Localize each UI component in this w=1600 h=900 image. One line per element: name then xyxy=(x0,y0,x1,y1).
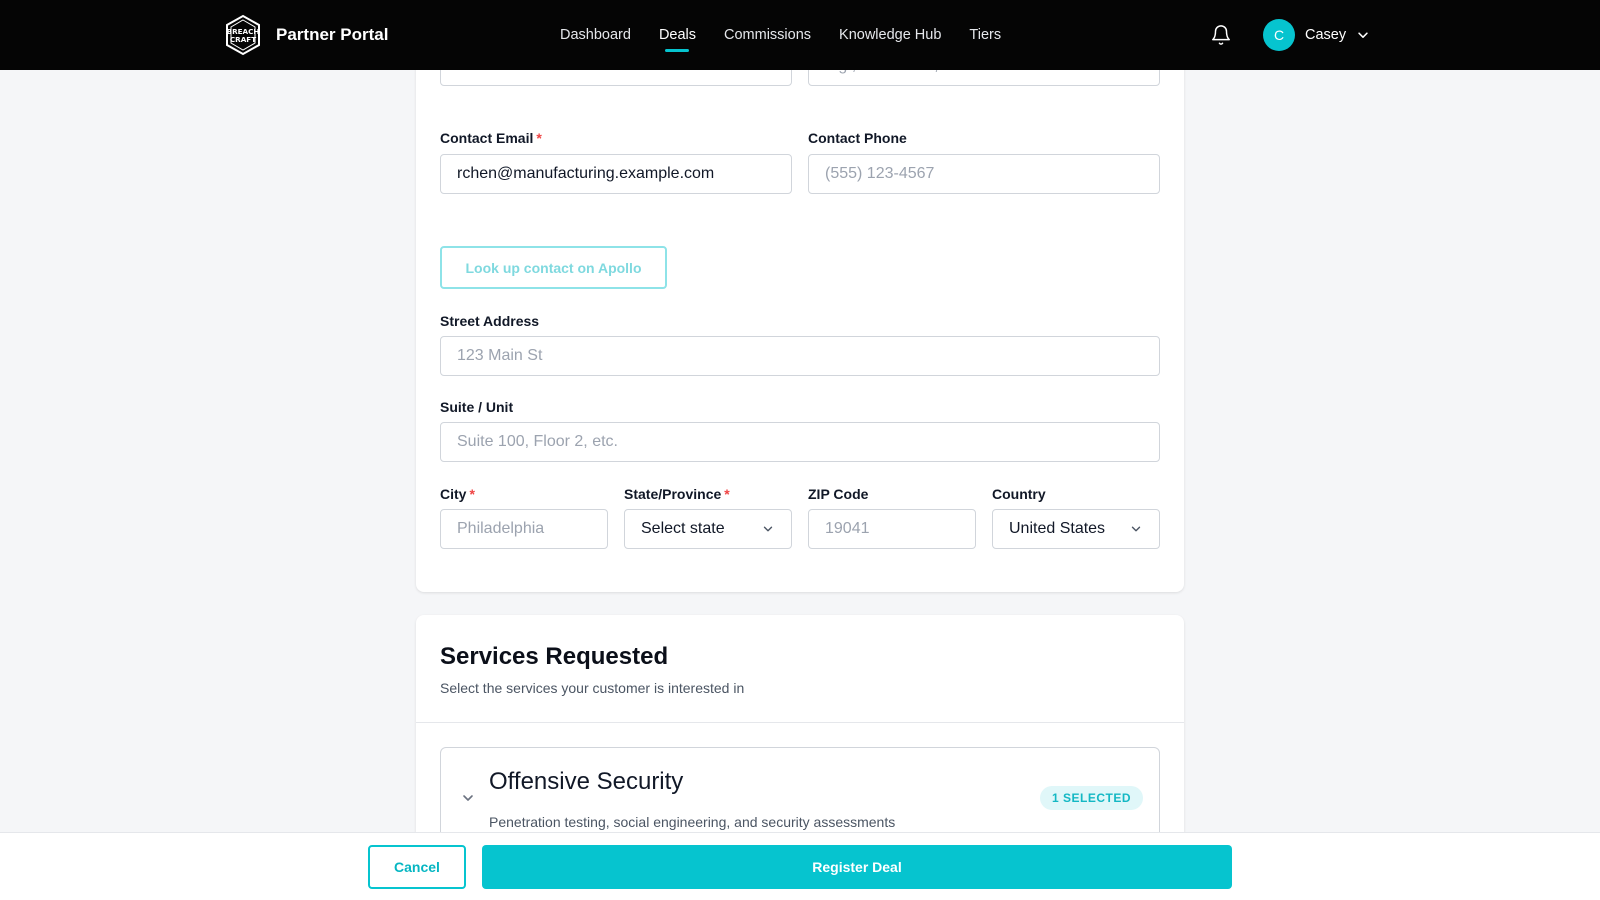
nav-commissions[interactable]: Commissions xyxy=(724,27,811,43)
contact-info-card: Contact Email* Contact Phone Look up con… xyxy=(416,40,1184,592)
state-select[interactable]: Select state xyxy=(624,509,792,549)
form-action-bar: Cancel Register Deal xyxy=(0,832,1600,900)
state-select-value: Select state xyxy=(641,520,725,537)
chevron-down-icon xyxy=(1358,32,1368,38)
nav-tiers[interactable]: Tiers xyxy=(969,27,1001,43)
required-marker: * xyxy=(469,486,475,502)
services-subtitle: Select the services your customer is int… xyxy=(440,680,745,696)
country-label: Country xyxy=(992,486,1046,502)
zip-code-input[interactable] xyxy=(808,509,976,549)
cancel-button[interactable]: Cancel xyxy=(368,845,466,889)
svg-text:CRAFT: CRAFT xyxy=(230,35,256,44)
nav-knowledge-hub[interactable]: Knowledge Hub xyxy=(839,27,941,43)
register-deal-button[interactable]: Register Deal xyxy=(482,845,1232,889)
chevron-down-icon xyxy=(763,526,773,532)
brand-name: Partner Portal xyxy=(276,25,389,44)
suite-unit-label: Suite / Unit xyxy=(440,399,514,415)
divider xyxy=(416,722,1184,723)
main-nav: Dashboard Deals Commissions Knowledge Hu… xyxy=(560,0,1001,70)
service-category-title: Offensive Security xyxy=(489,768,684,795)
country-select[interactable]: United States xyxy=(992,509,1160,549)
city-input[interactable] xyxy=(440,509,608,549)
state-label: State/Province * xyxy=(624,486,730,502)
chevron-down-icon xyxy=(1131,526,1141,532)
contact-email-input[interactable] xyxy=(440,154,792,194)
contact-phone-input[interactable] xyxy=(808,154,1160,194)
breachcraft-logo: BREACH CRAFT xyxy=(226,14,260,56)
service-category-description: Penetration testing, social engineering,… xyxy=(489,814,896,830)
contact-phone-label: Contact Phone xyxy=(808,130,907,146)
required-marker: * xyxy=(724,486,730,502)
brand[interactable]: BREACH CRAFT Partner Portal xyxy=(222,14,388,56)
avatar: C xyxy=(1263,19,1295,51)
contact-email-label: Contact Email * xyxy=(440,130,542,146)
user-name: Casey xyxy=(1305,27,1347,43)
required-marker: * xyxy=(536,130,542,146)
chevron-down-icon[interactable] xyxy=(460,790,476,806)
country-select-value: United States xyxy=(1009,520,1106,537)
suite-unit-input[interactable] xyxy=(440,422,1160,462)
selected-count-badge: 1 SELECTED xyxy=(1039,786,1143,810)
user-menu[interactable]: C Casey xyxy=(1263,19,1370,51)
bell-icon[interactable] xyxy=(1210,24,1232,46)
services-title: Services Requested xyxy=(440,643,669,670)
street-address-input[interactable] xyxy=(440,336,1160,376)
nav-deals[interactable]: Deals xyxy=(659,27,696,43)
apollo-lookup-button[interactable]: Look up contact on Apollo xyxy=(440,246,667,289)
nav-dashboard[interactable]: Dashboard xyxy=(560,27,631,43)
street-address-label: Street Address xyxy=(440,313,540,329)
city-label: City * xyxy=(440,486,475,502)
top-navigation-bar: BREACH CRAFT Partner Portal Dashboard De… xyxy=(0,0,1600,70)
zip-code-label: ZIP Code xyxy=(808,486,869,502)
